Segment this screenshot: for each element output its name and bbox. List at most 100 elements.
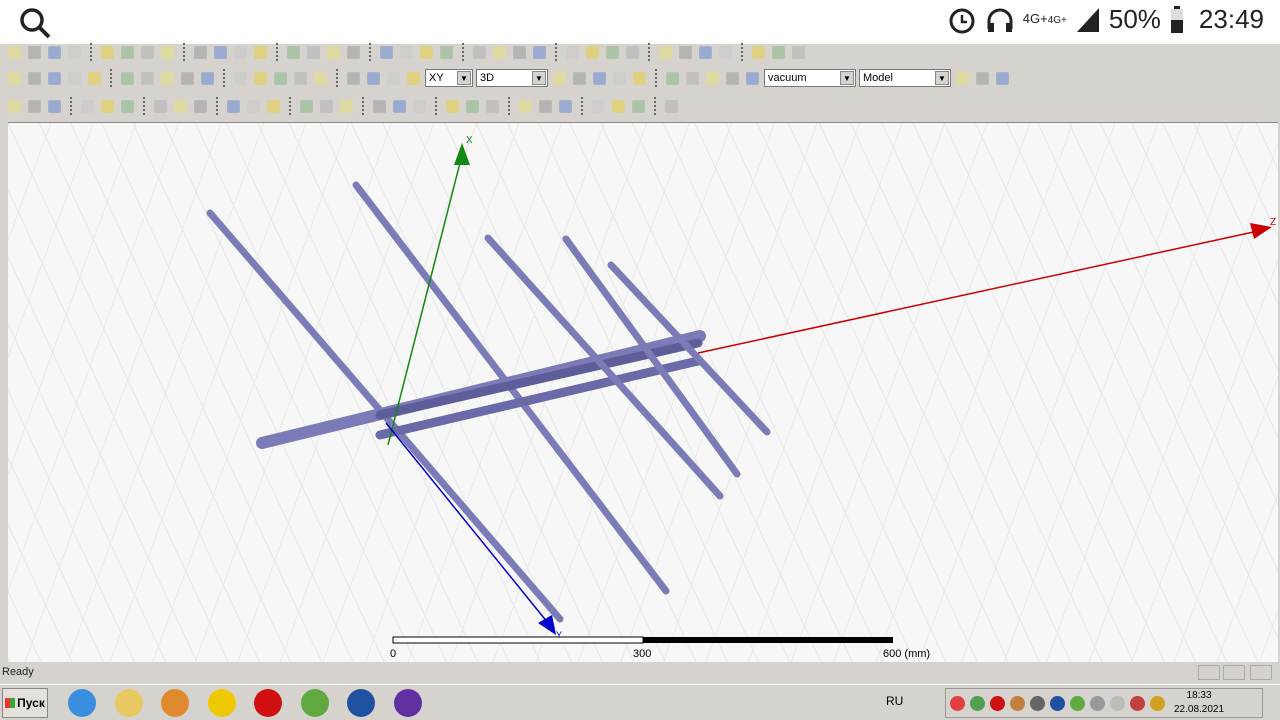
ruler-icon[interactable] — [659, 45, 672, 59]
circle-icon[interactable] — [68, 71, 81, 85]
fit-icon[interactable] — [440, 45, 453, 59]
render-icon[interactable] — [466, 99, 479, 113]
material-icon[interactable] — [956, 71, 969, 85]
imprint-icon[interactable] — [633, 71, 646, 85]
tray-flag-icon[interactable] — [1130, 695, 1145, 711]
rotate-icon[interactable] — [287, 45, 300, 59]
utorrent-icon[interactable] — [295, 687, 335, 719]
zoom-in-icon[interactable] — [533, 45, 546, 59]
results-icon[interactable] — [380, 45, 393, 59]
obj8-icon[interactable] — [393, 99, 406, 113]
cs-icon[interactable] — [407, 71, 420, 85]
ellipse-icon[interactable] — [121, 71, 134, 85]
start-button[interactable]: Пуск — [2, 688, 48, 718]
sphere-icon[interactable] — [254, 71, 267, 85]
regular-cylinder-icon[interactable] — [201, 71, 214, 85]
mirror-obj-icon[interactable] — [706, 71, 719, 85]
cylinder-icon[interactable] — [181, 71, 194, 85]
network-icon[interactable] — [446, 99, 459, 113]
sweep-icon[interactable] — [666, 71, 679, 85]
bondwire-icon[interactable] — [347, 71, 360, 85]
zoom-window-icon[interactable] — [586, 45, 599, 59]
validate-icon[interactable] — [307, 45, 320, 59]
paste-icon[interactable] — [121, 45, 134, 59]
ie-icon[interactable] — [62, 687, 102, 719]
box-icon[interactable] — [161, 71, 174, 85]
save-icon[interactable] — [48, 45, 61, 59]
help-icon[interactable] — [8, 71, 21, 85]
tray-monitor-icon[interactable] — [1050, 695, 1065, 711]
pan-icon[interactable] — [473, 45, 486, 59]
obj2-icon[interactable] — [247, 99, 260, 113]
region-icon[interactable] — [141, 71, 154, 85]
explorer-icon[interactable] — [109, 687, 149, 719]
zoom-all-icon[interactable] — [606, 45, 619, 59]
rectangle-icon[interactable] — [48, 71, 61, 85]
view-icon[interactable] — [719, 45, 732, 59]
cone-icon[interactable] — [234, 71, 247, 85]
media-player-icon[interactable] — [155, 687, 195, 719]
tray-network-icon[interactable] — [1150, 695, 1165, 711]
zoom-out-icon[interactable] — [566, 45, 579, 59]
tray-1-icon[interactable] — [950, 695, 965, 711]
tray-display-icon[interactable] — [1030, 695, 1045, 711]
obj5-icon[interactable] — [320, 99, 333, 113]
obj1-icon[interactable] — [227, 99, 240, 113]
tray-power-icon[interactable] — [1090, 695, 1105, 711]
split-icon[interactable] — [613, 71, 626, 85]
paint-icon[interactable] — [48, 99, 61, 113]
grid-icon[interactable] — [8, 99, 21, 113]
thicken-icon[interactable] — [686, 71, 699, 85]
copy-icon[interactable] — [101, 45, 114, 59]
mirror-icon[interactable] — [699, 45, 712, 59]
hfss-icon[interactable] — [388, 687, 428, 719]
zoom-icon[interactable] — [400, 45, 413, 59]
measure-icon[interactable] — [626, 45, 639, 59]
redo2-icon[interactable] — [214, 45, 227, 59]
fill-icon[interactable] — [976, 71, 989, 85]
orbit-icon[interactable] — [513, 45, 526, 59]
point-icon[interactable] — [367, 71, 380, 85]
spiral-icon[interactable] — [314, 71, 327, 85]
field2-icon[interactable] — [539, 99, 552, 113]
view3-icon[interactable] — [772, 45, 785, 59]
plot-icon[interactable] — [420, 45, 433, 59]
snap-edge-icon[interactable] — [121, 99, 134, 113]
tray-utorrent-icon[interactable] — [1070, 695, 1085, 711]
torus-icon[interactable] — [274, 71, 287, 85]
tray-sound-icon[interactable] — [1110, 695, 1125, 711]
3d-modeler-viewport[interactable]: X Z Y 0 300 600 (mm) — [8, 122, 1278, 662]
dimension-select[interactable]: 3D ▼ — [476, 69, 548, 87]
field5-icon[interactable] — [612, 99, 625, 113]
move-icon[interactable] — [254, 45, 267, 59]
context-help-icon[interactable] — [28, 71, 41, 85]
snap-grid-icon[interactable] — [81, 99, 94, 113]
antenna-icon[interactable] — [486, 99, 499, 113]
face-cs-icon[interactable] — [746, 71, 759, 85]
save-app-icon[interactable] — [341, 687, 381, 719]
arc-icon[interactable] — [194, 99, 207, 113]
tray-2-icon[interactable] — [970, 695, 985, 711]
align-icon[interactable] — [679, 45, 692, 59]
print-icon[interactable] — [141, 45, 154, 59]
check-icon[interactable] — [327, 45, 340, 59]
polygon-icon[interactable] — [88, 71, 101, 85]
intersect-icon[interactable] — [593, 71, 606, 85]
field1-icon[interactable] — [519, 99, 532, 113]
snap-vertex-icon[interactable] — [174, 99, 187, 113]
open-icon[interactable] — [28, 45, 41, 59]
view2-icon[interactable] — [752, 45, 765, 59]
new-icon[interactable] — [8, 45, 21, 59]
taskbar-clock[interactable]: 18:33 22.08.2021 — [1174, 689, 1224, 717]
redo1-icon[interactable] — [194, 45, 207, 59]
view4-icon[interactable] — [792, 45, 805, 59]
field6-icon[interactable] — [632, 99, 645, 113]
language-indicator[interactable]: RU — [886, 694, 903, 708]
select-icon[interactable] — [234, 45, 247, 59]
local-cs-icon[interactable] — [726, 71, 739, 85]
rotate-view-icon[interactable] — [493, 45, 506, 59]
subtract-icon[interactable] — [573, 71, 586, 85]
material-select[interactable]: vacuum ▼ — [764, 69, 856, 87]
snap-center-icon[interactable] — [154, 99, 167, 113]
plane-icon[interactable] — [387, 71, 400, 85]
